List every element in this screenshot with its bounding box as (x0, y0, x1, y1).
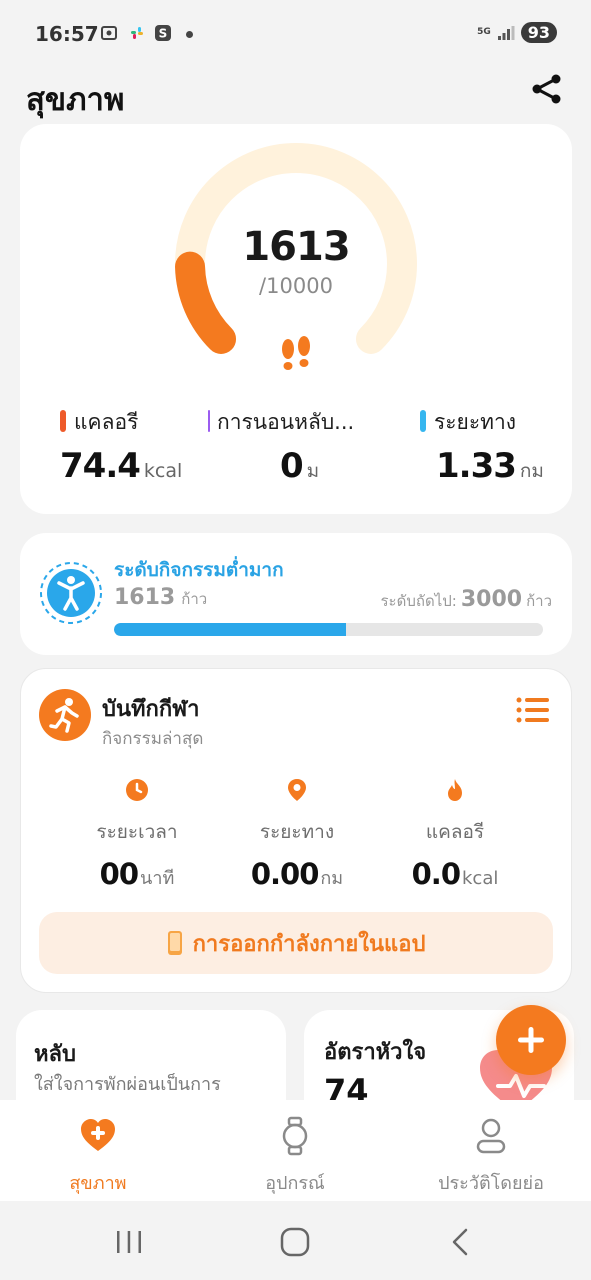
heart-plus-icon (81, 1119, 115, 1151)
activity-progress-bar (114, 623, 543, 636)
sleep-description: ใส่ใจการพักผ่อนเป็นการ (34, 1074, 221, 1095)
nav-profile-label: ประวัติโดยย่อ (438, 1173, 544, 1194)
duration-label: ระยะเวลา (96, 821, 178, 843)
calories-color-bar (60, 410, 66, 432)
back-icon[interactable] (443, 1225, 479, 1259)
status-time: 16:57 (35, 22, 99, 46)
in-app-workout-label: การออกกำลังกายในแอป (192, 931, 426, 957)
sleep-title: หลับ (34, 1042, 76, 1067)
distance-value: 1.33 กม (436, 446, 544, 486)
nav-health[interactable]: สุขภาพ (8, 1116, 188, 1197)
watch-icon (282, 1116, 308, 1156)
slack-icon (131, 27, 143, 39)
distance-color-bar (420, 410, 426, 432)
activity-level-title: ระดับกิจกรรมต่ำมาก (114, 559, 284, 581)
in-app-workout-button[interactable]: การออกกำลังกายในแอป (39, 912, 553, 974)
clock-icon (126, 779, 148, 801)
steps-card[interactable]: 1613 /10000 แคลอรี 74.4 kcal การนอนหลับ..… (20, 124, 572, 514)
running-icon (39, 689, 91, 741)
activity-person-icon (40, 562, 102, 624)
activity-level-steps: 1613 ก้าว (114, 585, 208, 610)
calories-label: แคลอรี (74, 410, 139, 434)
share-icon[interactable] (530, 72, 564, 106)
steps-value: 1613 (242, 224, 350, 270)
phone-icon (167, 931, 182, 955)
svg-text:S: S (159, 27, 168, 41)
plus-icon (518, 1027, 544, 1053)
status-bar: 16:57 S 5G 93 (0, 0, 591, 66)
nav-profile[interactable]: ประวัติโดยย่อ (401, 1116, 581, 1197)
distance-stat-value: 0.00 กม (250, 857, 344, 891)
duration-value: 00 นาที (99, 857, 175, 891)
add-fab-button[interactable] (496, 1005, 566, 1075)
sport-record-title: บันทึกกีฬา (102, 697, 200, 722)
calories-stat-value: 0.0 kcal (411, 857, 499, 891)
home-icon[interactable] (277, 1225, 313, 1259)
location-pin-icon (288, 779, 306, 801)
sleep-value: 0ม (280, 446, 320, 486)
footsteps-icon (282, 336, 310, 370)
duration-stat: ระยะเวลา 00 นาที (57, 777, 217, 892)
profile-icon (476, 1118, 506, 1154)
steps-goal: /10000 (259, 274, 333, 298)
battery-level: 93 (520, 22, 557, 43)
activity-next-level: ระดับถัดไป: 3000 ก้าว (380, 587, 553, 612)
bottom-nav: สุขภาพ อุปกรณ์ ประวัติโดยย่อ (0, 1100, 591, 1201)
network-type: 5G (477, 27, 491, 37)
distance-stat-label: ระยะทาง (259, 821, 335, 843)
notification-dot (186, 31, 193, 38)
activity-progress-fill (114, 623, 346, 636)
s-app-icon: S (155, 25, 171, 41)
nav-device[interactable]: อุปกรณ์ (205, 1116, 385, 1197)
page-title: สุขภาพ (26, 82, 125, 118)
nav-device-label: อุปกรณ์ (265, 1173, 325, 1194)
calories-stat: แคลอรี 0.0 kcal (375, 777, 535, 891)
sport-record-card[interactable]: บันทึกกีฬา กิจกรรมล่าสุด ระยะเวลา 00 นาที… (20, 668, 572, 993)
heart-rate-title: อัตราหัวใจ (324, 1040, 427, 1065)
calories-value: 74.4 kcal (60, 446, 183, 486)
list-icon[interactable] (515, 695, 551, 725)
distance-label: ระยะทาง (434, 410, 517, 434)
flame-icon (448, 779, 462, 801)
status-right: 5G 93 (477, 22, 557, 43)
screenshot-icon (101, 26, 117, 40)
distance-stat: ระยะทาง 0.00 กม (217, 777, 377, 892)
recent-apps-icon[interactable] (111, 1225, 147, 1259)
nav-health-label: สุขภาพ (69, 1173, 127, 1194)
sleep-label: การนอนหลับ... (217, 410, 355, 434)
system-nav-bar (0, 1201, 591, 1280)
sleep-color-bar (208, 410, 210, 432)
signal-icon (497, 25, 515, 40)
sport-record-subtitle: กิจกรรมล่าสุด (102, 729, 204, 749)
activity-level-card[interactable]: ระดับกิจกรรมต่ำมาก 1613 ก้าว ระดับถัดไป: 3… (20, 533, 572, 655)
calories-stat-label: แคลอรี (425, 821, 485, 843)
